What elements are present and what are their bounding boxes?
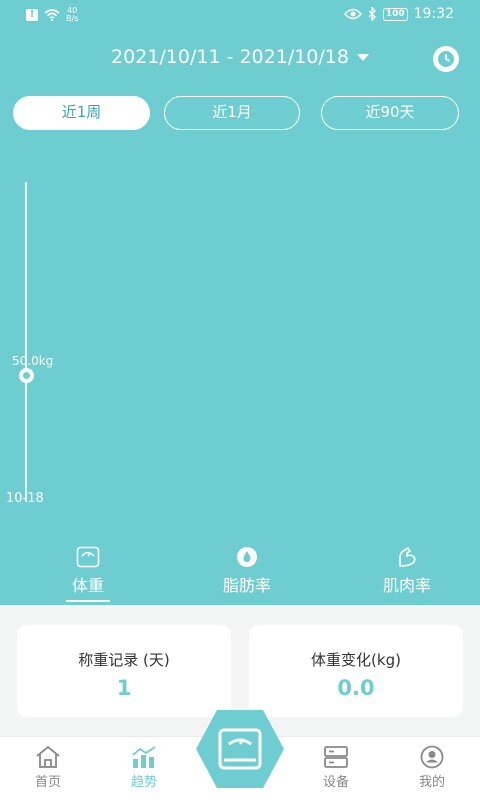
nav-item-profile[interactable]: 我的: [402, 745, 462, 790]
battery-icon: 100: [382, 7, 408, 21]
droplet-icon: [237, 547, 257, 567]
bluetooth-icon: [368, 7, 376, 21]
weight-change-card: 体重变化(kg) 0.0: [249, 625, 463, 717]
metric-tab-label: 肌肉率: [382, 576, 431, 595]
range-tab-week[interactable]: 近1周: [13, 96, 150, 130]
weigh-records-card: 称重记录 (天) 1: [17, 625, 231, 717]
trend-chart-icon: [132, 746, 156, 768]
nav-label: 趋势: [130, 775, 157, 790]
eye-icon: [343, 8, 362, 20]
range-tab-month[interactable]: 近1月: [164, 96, 300, 130]
card-value: 1: [116, 676, 132, 700]
device-icon: [324, 746, 348, 768]
muscle-arm-icon: [399, 546, 416, 567]
range-tab-90days[interactable]: 近90天: [321, 96, 459, 130]
card-title: 体重变化(kg): [311, 651, 401, 669]
status-time: 19:32: [413, 6, 454, 22]
clock-icon: [438, 51, 454, 67]
date-range-text: 2021/10/11 - 2021/10/18: [111, 46, 349, 68]
metric-tab-body-fat[interactable]: 脂肪率: [214, 546, 280, 596]
net-speed: 40 B/s: [66, 7, 78, 23]
range-tab-label: 近90天: [365, 103, 415, 121]
metric-tab-label: 脂肪率: [222, 576, 271, 595]
history-button[interactable]: [433, 46, 459, 72]
active-tab-indicator: [66, 600, 110, 602]
scale-icon: [76, 546, 100, 568]
metric-tab-weight[interactable]: 体重: [66, 546, 110, 602]
weigh-button[interactable]: [194, 708, 286, 790]
chart-axis: [25, 182, 27, 502]
chevron-down-icon: [356, 54, 369, 61]
nav-label: 首页: [34, 775, 61, 790]
range-tab-label: 近1周: [61, 103, 102, 121]
x-tick-label: 10-18: [6, 491, 44, 506]
data-label: 50.0kg: [12, 354, 54, 368]
header-background: [0, 0, 480, 605]
net-speed-unit: B/s: [66, 14, 79, 23]
metric-tab-muscle[interactable]: 肌肉率: [374, 546, 440, 596]
nav-item-trend[interactable]: 趋势: [114, 745, 174, 790]
date-range-selector[interactable]: 2021/10/11 - 2021/10/18: [0, 46, 480, 74]
nav-label: 设备: [322, 775, 349, 790]
metric-tab-label: 体重: [71, 576, 104, 595]
status-bar: ! 40 B/s 100 19:32: [0, 0, 480, 30]
home-icon: [36, 745, 60, 768]
nav-item-device[interactable]: 设备: [306, 745, 366, 790]
card-value: 0.0: [337, 676, 375, 700]
alert-icon: !: [26, 9, 38, 21]
nav-item-home[interactable]: 首页: [18, 745, 78, 790]
card-title: 称重记录 (天): [78, 651, 170, 669]
profile-icon: [420, 745, 444, 769]
nav-label: 我的: [418, 775, 445, 790]
data-point[interactable]: [19, 368, 34, 383]
range-tab-label: 近1月: [212, 103, 252, 121]
wifi-icon: [44, 9, 60, 21]
